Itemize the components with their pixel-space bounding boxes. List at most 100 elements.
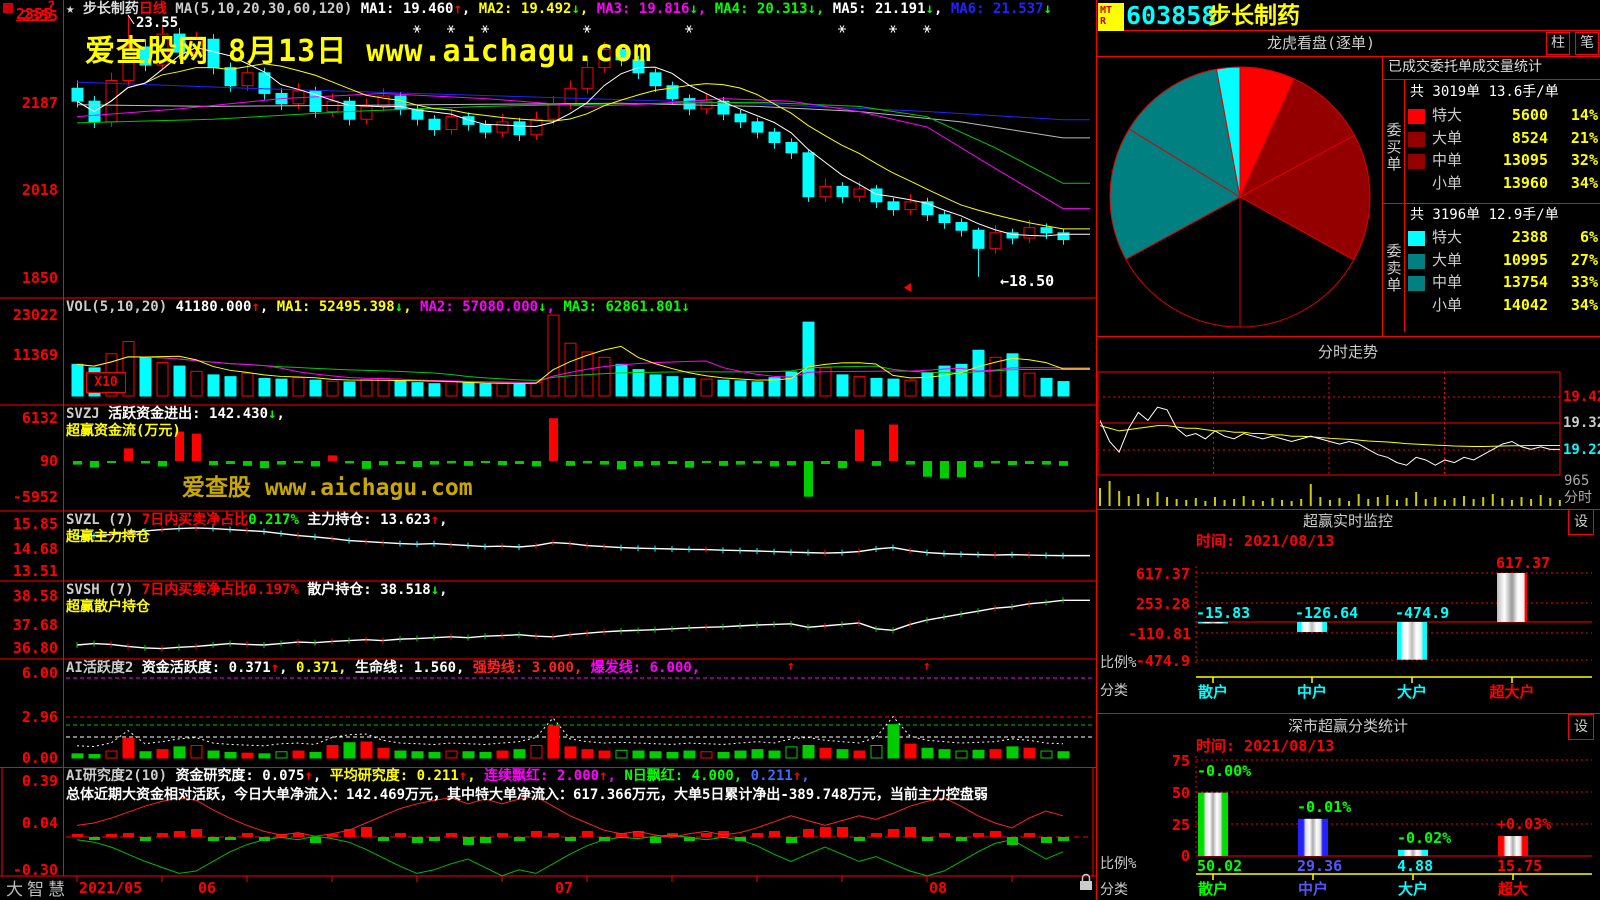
header-segment: 散户持仓: 38.518 — [299, 582, 431, 598]
chart-label: 小单 — [1432, 297, 1462, 314]
monitor-title: 超赢实时监控 — [1096, 513, 1600, 530]
volume-header: VOL(5,10,20) 41180.000↑, MA1: 52495.398↓… — [66, 300, 690, 315]
chart-label: ↑ — [923, 660, 931, 674]
chart-label: 6132 — [6, 410, 58, 427]
chart-label: 8524 — [1460, 130, 1548, 147]
header-segment: ↑ — [459, 768, 467, 784]
chart-label: 0.00 — [6, 750, 58, 767]
svzl-header: SVZL (7) 7日内买卖净占比0.217% 主力持仓: 13.623↑, — [66, 513, 448, 528]
monitor-class-label: 分类 — [1100, 684, 1128, 699]
shenshi-title: 深市超赢分类统计 — [1096, 718, 1600, 735]
chart-label: 14042 — [1460, 297, 1548, 314]
header-segment: MA5: 21.191 — [833, 1, 926, 17]
chart-label: 超大户 — [1482, 684, 1542, 701]
fenshi-x-label: 分时 — [1564, 491, 1592, 506]
chart-label: 14.68 — [6, 541, 58, 558]
header-segment: 超赢散户持仓 — [66, 599, 150, 615]
ai-research-header: AI研究度2(10) 资金研究度: 0.075↑, 平均研究度: 0.211↑,… — [66, 769, 810, 784]
monitor-settings-button[interactable]: 设 — [1568, 509, 1594, 535]
header-segment: MA2: 19.492 — [479, 1, 572, 17]
header-segment: 强势线: 3.000, — [473, 660, 591, 676]
legend-swatch — [1408, 132, 1425, 147]
monitor-time: 时间: 2021/08/13 — [1196, 533, 1334, 550]
svsh-subtitle: 超赢散户持仓 — [66, 600, 150, 615]
header-segment: 主力持仓: 13.623 — [299, 512, 431, 528]
buy-side-label: 委买单 — [1386, 122, 1402, 173]
pen-mode-button[interactable]: 笔 — [1575, 32, 1599, 55]
chart-label: 6.00 — [6, 665, 58, 682]
chart-label: 90 — [6, 453, 58, 470]
shenshi-settings-button[interactable]: 设 — [1568, 714, 1594, 740]
header-segment: SVZL (7) — [66, 512, 142, 528]
chart-label: 0 — [1150, 848, 1190, 865]
chart-label: 大单 — [1432, 130, 1462, 147]
chart-label: 08 — [929, 880, 947, 897]
chart-label: 超大 — [1483, 881, 1543, 898]
app-corner-icon[interactable] — [3, 3, 13, 13]
chart-label: -474.9 — [1128, 653, 1190, 670]
stock-code: 603858 — [1126, 2, 1216, 30]
header-segment: SVZJ — [66, 406, 108, 422]
header-segment: , — [439, 512, 447, 528]
header-segment: ↑ — [793, 768, 801, 784]
svzj-subtitle: 超赢资金流(万元) — [66, 424, 181, 439]
chart-label: 50.02 — [1197, 858, 1242, 875]
chart-label: 13754 — [1460, 274, 1548, 291]
header-segment: 活跃资金进出: 142.430 — [108, 406, 268, 422]
svzj-header: SVZJ 活跃资金进出: 142.430↓, — [66, 407, 285, 422]
chart-label: -474.9 — [1395, 605, 1449, 622]
header-segment: , — [403, 299, 420, 315]
header-segment: 41180.000 — [176, 299, 252, 315]
watermark-line1: 爱查股网 8月13日 www.aichagu.com — [85, 26, 652, 70]
chart-label: 2.96 — [6, 709, 58, 726]
header-segment: , — [439, 582, 447, 598]
header-segment: , — [467, 768, 484, 784]
chart-label: 27% — [1552, 252, 1598, 269]
chart-label: 1850 — [6, 270, 58, 287]
header-segment: ↓ — [571, 1, 579, 17]
header-segment: 0.211 — [751, 768, 793, 784]
header-segment: , — [279, 660, 296, 676]
ai-activity-header: AI活跃度2 资金活跃度: 0.371↑, 0.371, 生命线: 1.560,… — [66, 661, 700, 676]
header-segment: , — [608, 768, 625, 784]
chart-label: 2018 — [6, 182, 58, 199]
chart-label: -126.64 — [1295, 605, 1358, 622]
chart-label: 34% — [1552, 175, 1598, 192]
stock-name: 步长制药 — [1208, 4, 1300, 29]
header-segment: ↓ — [689, 1, 697, 17]
column-mode-button[interactable]: 柱 — [1546, 32, 1570, 55]
legend-swatch — [1408, 154, 1425, 169]
chart-label: 0.04 — [6, 815, 58, 832]
chart-label: 13960 — [1460, 175, 1548, 192]
app-logo[interactable]: 大智慧 — [6, 881, 69, 900]
header-segment: SVSH (7) — [66, 582, 142, 598]
header-segment: ↑ — [453, 1, 461, 17]
chart-label: 19.22 — [1563, 443, 1600, 458]
header-segment: 平均研究度: 0.211 — [330, 768, 459, 784]
header-segment: ↑ — [304, 768, 312, 784]
fenshi-title: 分时走势 — [1096, 344, 1600, 361]
chart-label: 37.68 — [6, 617, 58, 634]
chart-label: -0.30 — [6, 862, 58, 879]
chart-label: 34% — [1552, 297, 1598, 314]
chart-label: 15.75 — [1497, 858, 1542, 875]
header-segment: MA6: 21.537 — [951, 1, 1044, 17]
header-segment: ↑ — [599, 768, 607, 784]
order-table-title: 已成交委托单成交量统计 — [1388, 60, 1542, 75]
header-segment: 资金活跃度: 0.371 — [142, 660, 271, 676]
fenshi-vol-label: 965 — [1564, 474, 1589, 489]
chart-label: 5600 — [1460, 107, 1548, 124]
header-segment: ↓ — [431, 582, 439, 598]
header-segment: MA1: 19.460 — [361, 1, 454, 17]
header-segment: , — [260, 299, 277, 315]
chart-label: -0.01% — [1297, 799, 1351, 816]
chart-label: 4.88 — [1397, 858, 1433, 875]
header-segment: MA3: 19.816 — [597, 1, 690, 17]
header-segment: , — [313, 768, 330, 784]
low-annotation: ←18.50 — [1000, 273, 1054, 290]
mtr-badge[interactable]: MTR — [1098, 3, 1124, 31]
chart-label: 中单 — [1432, 274, 1462, 291]
ai-research-summary: 总体近期大资金相对活跃，今日大单净流入：142.469万元，其中特大单净流入：6… — [66, 788, 988, 803]
chart-label: 14% — [1552, 107, 1598, 124]
header-segment: ↓ — [395, 299, 403, 315]
